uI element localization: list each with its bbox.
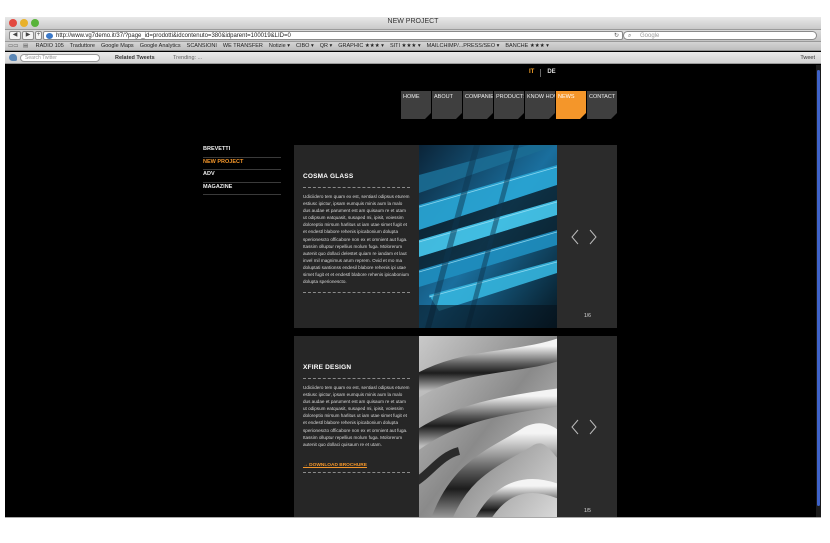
divider — [303, 471, 410, 473]
tweet-button[interactable]: Tweet — [800, 52, 815, 64]
search-icon: ⌕ — [628, 33, 632, 39]
back-button[interactable]: ◀ — [9, 31, 21, 40]
address-bar[interactable]: http://www.vg7demo.it/37/?page_id=prodot… — [43, 31, 623, 40]
sidebar-item-new-project[interactable]: NEW PROJECT — [203, 158, 281, 170]
nav-know-how[interactable]: KNOW HOW — [525, 91, 555, 119]
main-navigation: HOME ABOUT COMPANIES PRODUCTS KNOW HOW N… — [401, 91, 617, 119]
gallery-counter: 1/5 — [584, 508, 591, 514]
site-globe-icon — [46, 33, 53, 39]
project-photo-metal — [419, 336, 557, 517]
bookmark-item[interactable]: Traduttore — [70, 42, 95, 50]
project-card-text: XFIRE DESIGN Udiciidero tem quam ex est,… — [294, 336, 419, 517]
project-card-text: COSMA GLASS Udiciidero tem quam ex est, … — [294, 145, 419, 328]
browser-window: NEW PROJECT ◀ ▶ + http://www.vg7demo.it/… — [5, 17, 821, 517]
sidebar-item-adv[interactable]: ADV — [203, 170, 281, 183]
reload-icon[interactable]: ↻ — [614, 32, 619, 39]
forward-button[interactable]: ▶ — [22, 31, 34, 40]
window-bottom-edge — [5, 517, 821, 518]
bookmark-item[interactable]: Google Maps — [101, 42, 134, 50]
nav-contact[interactable]: CONTACT — [587, 91, 617, 119]
bookmark-item[interactable]: WE TRANSFER — [223, 42, 263, 50]
window-title: NEW PROJECT — [387, 18, 439, 25]
related-tweets-button[interactable]: Related Tweets — [115, 52, 155, 64]
project-card: COSMA GLASS Udiciidero tem quam ex est, … — [294, 145, 617, 328]
bookmark-item[interactable]: Notizie ▾ — [269, 42, 290, 50]
twitter-toolbar: Search Twitter Related Tweets Trending: … — [5, 52, 821, 64]
navigation-bar: ◀ ▶ + http://www.vg7demo.it/37/?page_id=… — [5, 30, 821, 42]
bookmarks-icon[interactable]: ▤ — [23, 42, 28, 50]
project-card: XFIRE DESIGN Udiciidero tem quam ex est,… — [294, 336, 617, 517]
sidebar-item-brevetti[interactable]: BREVETTI — [203, 145, 281, 158]
bookmark-item[interactable]: QR ▾ — [320, 42, 333, 50]
gallery-controls: 1/5 — [557, 336, 617, 517]
vertical-scrollbar[interactable] — [816, 65, 821, 517]
nav-companies[interactable]: COMPANIES — [463, 91, 493, 119]
divider — [303, 292, 410, 294]
gallery-controls: 1/6 — [557, 145, 617, 328]
bookmarks-bar: ▭▭ ▤ RADIO 105 Traduttore Google Maps Googl… — [5, 42, 821, 51]
sidebar-item-magazine[interactable]: MAGAZINE — [203, 183, 281, 195]
lang-it-link[interactable]: IT — [529, 69, 534, 77]
bookmark-item[interactable]: MAILCHIMP/...PRESS/SEO ▾ — [427, 42, 500, 50]
divider — [303, 187, 410, 188]
search-field[interactable]: ⌕ Google — [623, 31, 817, 40]
bookmark-item[interactable]: SITI ★★★ ▾ — [390, 42, 421, 50]
gallery-counter: 1/6 — [584, 313, 591, 319]
url-text: http://www.vg7demo.it/37/?page_id=prodot… — [56, 33, 291, 39]
project-photo-glass — [419, 145, 557, 328]
bookmark-item[interactable]: CIBO ▾ — [296, 42, 314, 50]
bookmark-item[interactable]: GRAPHIC ★★★ ▾ — [338, 42, 384, 50]
divider — [303, 378, 410, 379]
nav-products[interactable]: PRODUCTS — [494, 91, 524, 119]
section-sidebar: BREVETTI NEW PROJECT ADV MAGAZINE — [203, 145, 281, 195]
project-description: Udiciidero tem quam ex est, sentiasl odi… — [303, 385, 410, 447]
scrollbar-thumb[interactable] — [817, 70, 820, 506]
lang-de-link[interactable]: DE — [547, 69, 555, 77]
bookmark-item[interactable]: SCANSIONI — [187, 42, 217, 50]
previous-arrow-icon[interactable] — [571, 419, 579, 435]
nav-news[interactable]: NEWS — [556, 91, 586, 119]
reading-list-icon[interactable]: ▭▭ — [8, 42, 18, 50]
twitter-search-input[interactable]: Search Twitter — [20, 54, 100, 62]
nav-home[interactable]: HOME — [401, 91, 431, 119]
next-arrow-icon[interactable] — [589, 419, 597, 435]
download-brochure-link[interactable]: → DOWNLOAD BROCHURE — [303, 463, 410, 468]
previous-arrow-icon[interactable] — [571, 229, 579, 245]
title-bar: NEW PROJECT — [5, 17, 821, 30]
bookmark-item[interactable]: Google Analytics — [140, 42, 181, 50]
nav-about[interactable]: ABOUT — [432, 91, 462, 119]
search-placeholder: Google — [640, 33, 660, 39]
project-title: COSMA GLASS — [303, 173, 354, 180]
lang-divider — [540, 69, 542, 77]
next-arrow-icon[interactable] — [589, 229, 597, 245]
project-title: XFIRE DESIGN — [303, 364, 352, 371]
bookmark-item[interactable]: RADIO 105 — [36, 42, 64, 50]
project-description: Udiciidero tem quam ex est, sentiasl odi… — [303, 194, 410, 285]
add-bookmark-button[interactable]: + — [35, 31, 42, 40]
trending-label: Trending: ... — [173, 55, 203, 61]
twitter-bird-icon — [9, 54, 17, 61]
web-page: IT DE HOME ABOUT COMPANIES PRODUCTS KNOW… — [5, 65, 821, 517]
bookmark-item[interactable]: BANCHE ★★★ ▾ — [505, 42, 549, 50]
language-switcher: IT DE — [529, 69, 556, 77]
